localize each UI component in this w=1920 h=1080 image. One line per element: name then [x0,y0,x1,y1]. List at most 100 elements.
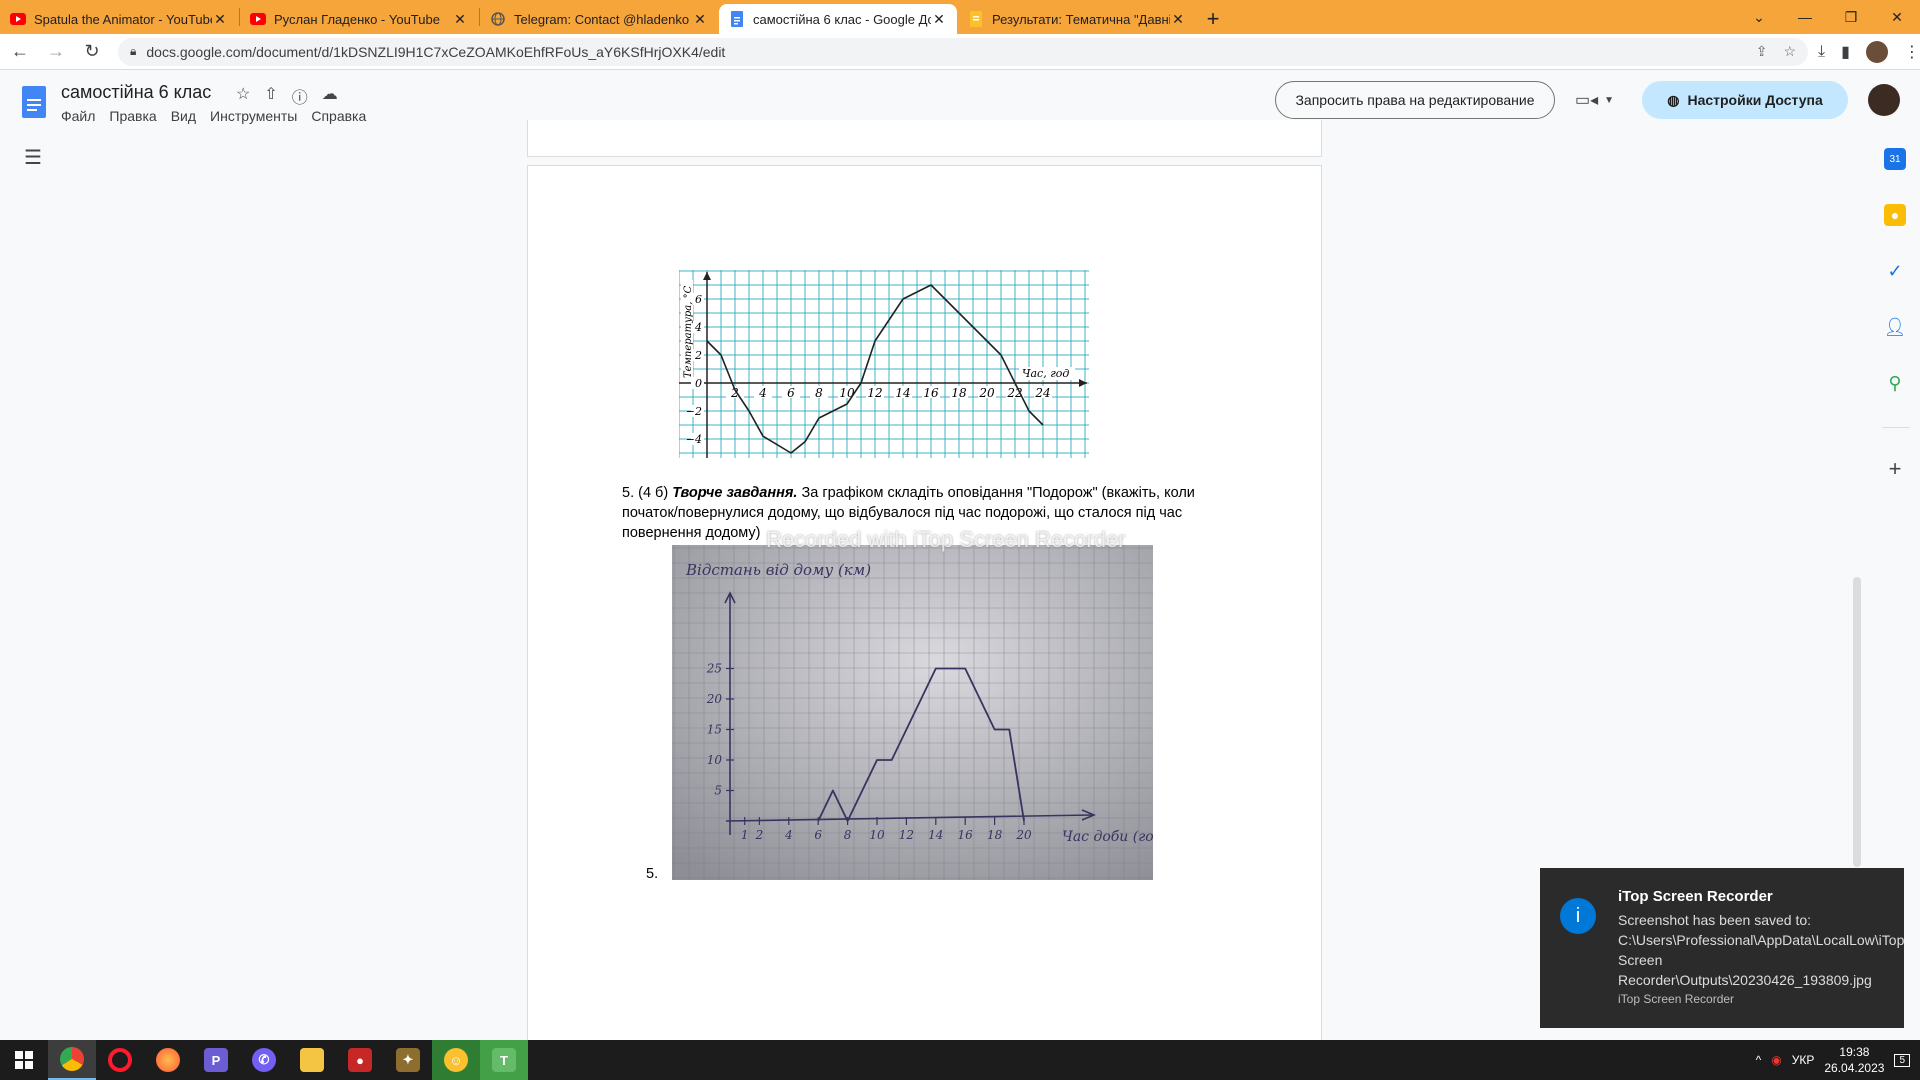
recorder-icon: ● [348,1048,372,1072]
tab-search-icon[interactable]: ⌄ [1736,0,1782,34]
add-icon[interactable]: + [1884,456,1906,481]
task-bold-label: Творче завдання. [672,485,798,501]
x-tick-label: 6 [787,386,795,400]
account-avatar[interactable] [1868,84,1900,116]
google-docs-icon [729,11,745,27]
menu-bar: Файл Правка Вид Инструменты Справка [61,108,366,124]
back-icon[interactable]: ← [4,36,36,68]
x-tick-label: 10 [869,828,885,842]
reload-icon[interactable]: ↻ [76,36,108,68]
x-axis-label: Час доби (год) [1062,829,1153,845]
browser-tab[interactable]: Результати: Тематична "Давній ✕ [958,4,1196,34]
close-tab-icon[interactable]: ✕ [931,11,947,28]
google-docs-logo-icon[interactable] [22,86,46,118]
menu-file[interactable]: Файл [61,108,95,124]
green-app-icon: ☺ [444,1048,468,1072]
youtube-icon [250,11,266,27]
windows-taskbar: P ✆ ● ✦ ☺ T ^ ◉ УКР 19:38 26.04.2023 5 [0,1040,1920,1080]
side-panel-icon[interactable]: ▮ [1841,42,1850,62]
tray-chevron-up-icon[interactable]: ^ [1756,1053,1762,1067]
google-forms-icon [968,11,984,27]
request-edit-button[interactable]: Запросить права на редактирование [1275,81,1555,119]
forward-icon[interactable]: → [40,36,72,68]
p-app-icon: P [204,1048,228,1072]
video-camera-icon: ▭◂ [1575,92,1599,109]
browser-tab[interactable]: Spatula the Animator - YouTube ✕ [0,4,238,34]
profile-avatar[interactable] [1865,40,1888,63]
recorder-watermark: Recorded with iTop Screen Recorder [766,527,1126,552]
outline-list-icon[interactable]: ☰ [24,145,42,170]
taskbar-green-app[interactable]: ☺ [432,1040,480,1080]
taskbar-t-app[interactable]: T [480,1040,528,1080]
language-indicator[interactable]: УКР [1792,1053,1815,1067]
calendar-icon[interactable]: 31 [1884,148,1906,170]
x-tick-label: 4 [784,828,793,842]
meet-button[interactable]: ▭◂ ▼ [1575,90,1614,110]
document-title[interactable]: самостійна 6 клас [61,82,211,103]
browser-tab[interactable]: Руслан Гладенко - YouTube ✕ [240,4,478,34]
close-tab-icon[interactable]: ✕ [1170,11,1186,28]
start-button[interactable] [0,1040,48,1080]
menu-edit[interactable]: Правка [109,108,156,124]
distance-graph-photo[interactable]: 1 2 4 6 8 10 12 14 16 18 20 5 10 15 20 25 Відстань від д… [672,545,1153,880]
menu-help[interactable]: Справка [311,108,366,124]
notification-center-icon[interactable]: 5 [1894,1053,1910,1067]
lock-icon[interactable]: 🔒︎ [130,44,136,59]
close-window-icon[interactable]: ✕ [1874,0,1920,34]
taskbar-recorder[interactable]: ● [336,1040,384,1080]
close-tab-icon[interactable]: ✕ [452,11,468,28]
opera-icon [108,1048,132,1072]
clock[interactable]: 19:38 26.04.2023 [1824,1044,1884,1076]
contacts-icon[interactable]: 👤︎ [1884,316,1907,338]
chrome-icon [60,1047,84,1071]
menu-tools[interactable]: Инструменты [210,108,297,124]
minimize-icon[interactable]: — [1782,0,1828,34]
download-icon[interactable]: ⤓ [1818,43,1825,61]
taskbar-firefox[interactable] [144,1040,192,1080]
browser-tab[interactable]: Telegram: Contact @hladenko ✕ [480,4,718,34]
taskbar-p-app[interactable]: P [192,1040,240,1080]
y-axis-label: Відстань від дому (км) [685,561,871,579]
y-tick-label: 20 [706,692,723,706]
browser-toolbar: ← → ↻ 🔒︎ docs.google.com/document/d/1kDS… [0,34,1920,70]
taskbar-opera[interactable] [96,1040,144,1080]
y-tick-label: 25 [706,662,722,676]
tasks-icon[interactable]: ✓ [1884,260,1906,282]
taskbar-game-app[interactable]: ✦ [384,1040,432,1080]
list-number: 5. [646,866,659,882]
windows-logo-icon [15,1051,33,1069]
x-tick-label: 20 [978,386,995,400]
browser-tab-active[interactable]: самостійна 6 клас - Google Док ✕ [719,4,957,34]
menu-dots-icon[interactable]: ⋮ [1904,42,1920,62]
game-icon: ✦ [396,1048,420,1072]
taskbar-chrome[interactable] [48,1040,96,1080]
restore-icon[interactable]: ❐ [1828,0,1874,34]
close-tab-icon[interactable]: ✕ [212,11,228,28]
x-tick-label: 12 [867,386,882,400]
share-button[interactable]: ◍ Настройки Доступа [1642,81,1848,119]
x-tick-label: 16 [923,386,939,400]
star-icon[interactable]: ☆ [236,84,250,108]
info-icon[interactable]: ⓘ [292,84,308,108]
x-tick-label: 1 [741,828,749,842]
close-tab-icon[interactable]: ✕ [692,11,708,28]
taskbar-file-explorer[interactable] [288,1040,336,1080]
notification-toast[interactable]: i iTop Screen Recorder Screenshot has be… [1540,868,1904,1028]
tray-recorder-icon[interactable]: ◉ [1771,1053,1781,1067]
maps-icon[interactable]: ⚲ [1884,372,1906,394]
clock-date: 26.04.2023 [1824,1061,1885,1075]
globe-icon [490,11,506,27]
keep-icon[interactable]: ● [1884,204,1906,226]
bookmark-star-icon[interactable]: ☆ [1783,43,1796,60]
scrollbar[interactable] [1853,577,1861,867]
y-tick-label: 6 [695,293,702,306]
y-tick-label: −4 [686,433,702,446]
cloud-status-icon[interactable]: ☁ [322,84,338,108]
share-icon[interactable]: ⇪ [1756,43,1768,60]
taskbar-viber[interactable]: ✆ [240,1040,288,1080]
menu-view[interactable]: Вид [171,108,196,124]
address-bar[interactable]: 🔒︎ docs.google.com/document/d/1kDSNZLI9H… [118,37,1808,66]
new-tab-button[interactable]: + [1197,4,1229,34]
move-icon[interactable]: ⇧ [264,84,277,108]
x-tick-label: 14 [895,386,910,400]
